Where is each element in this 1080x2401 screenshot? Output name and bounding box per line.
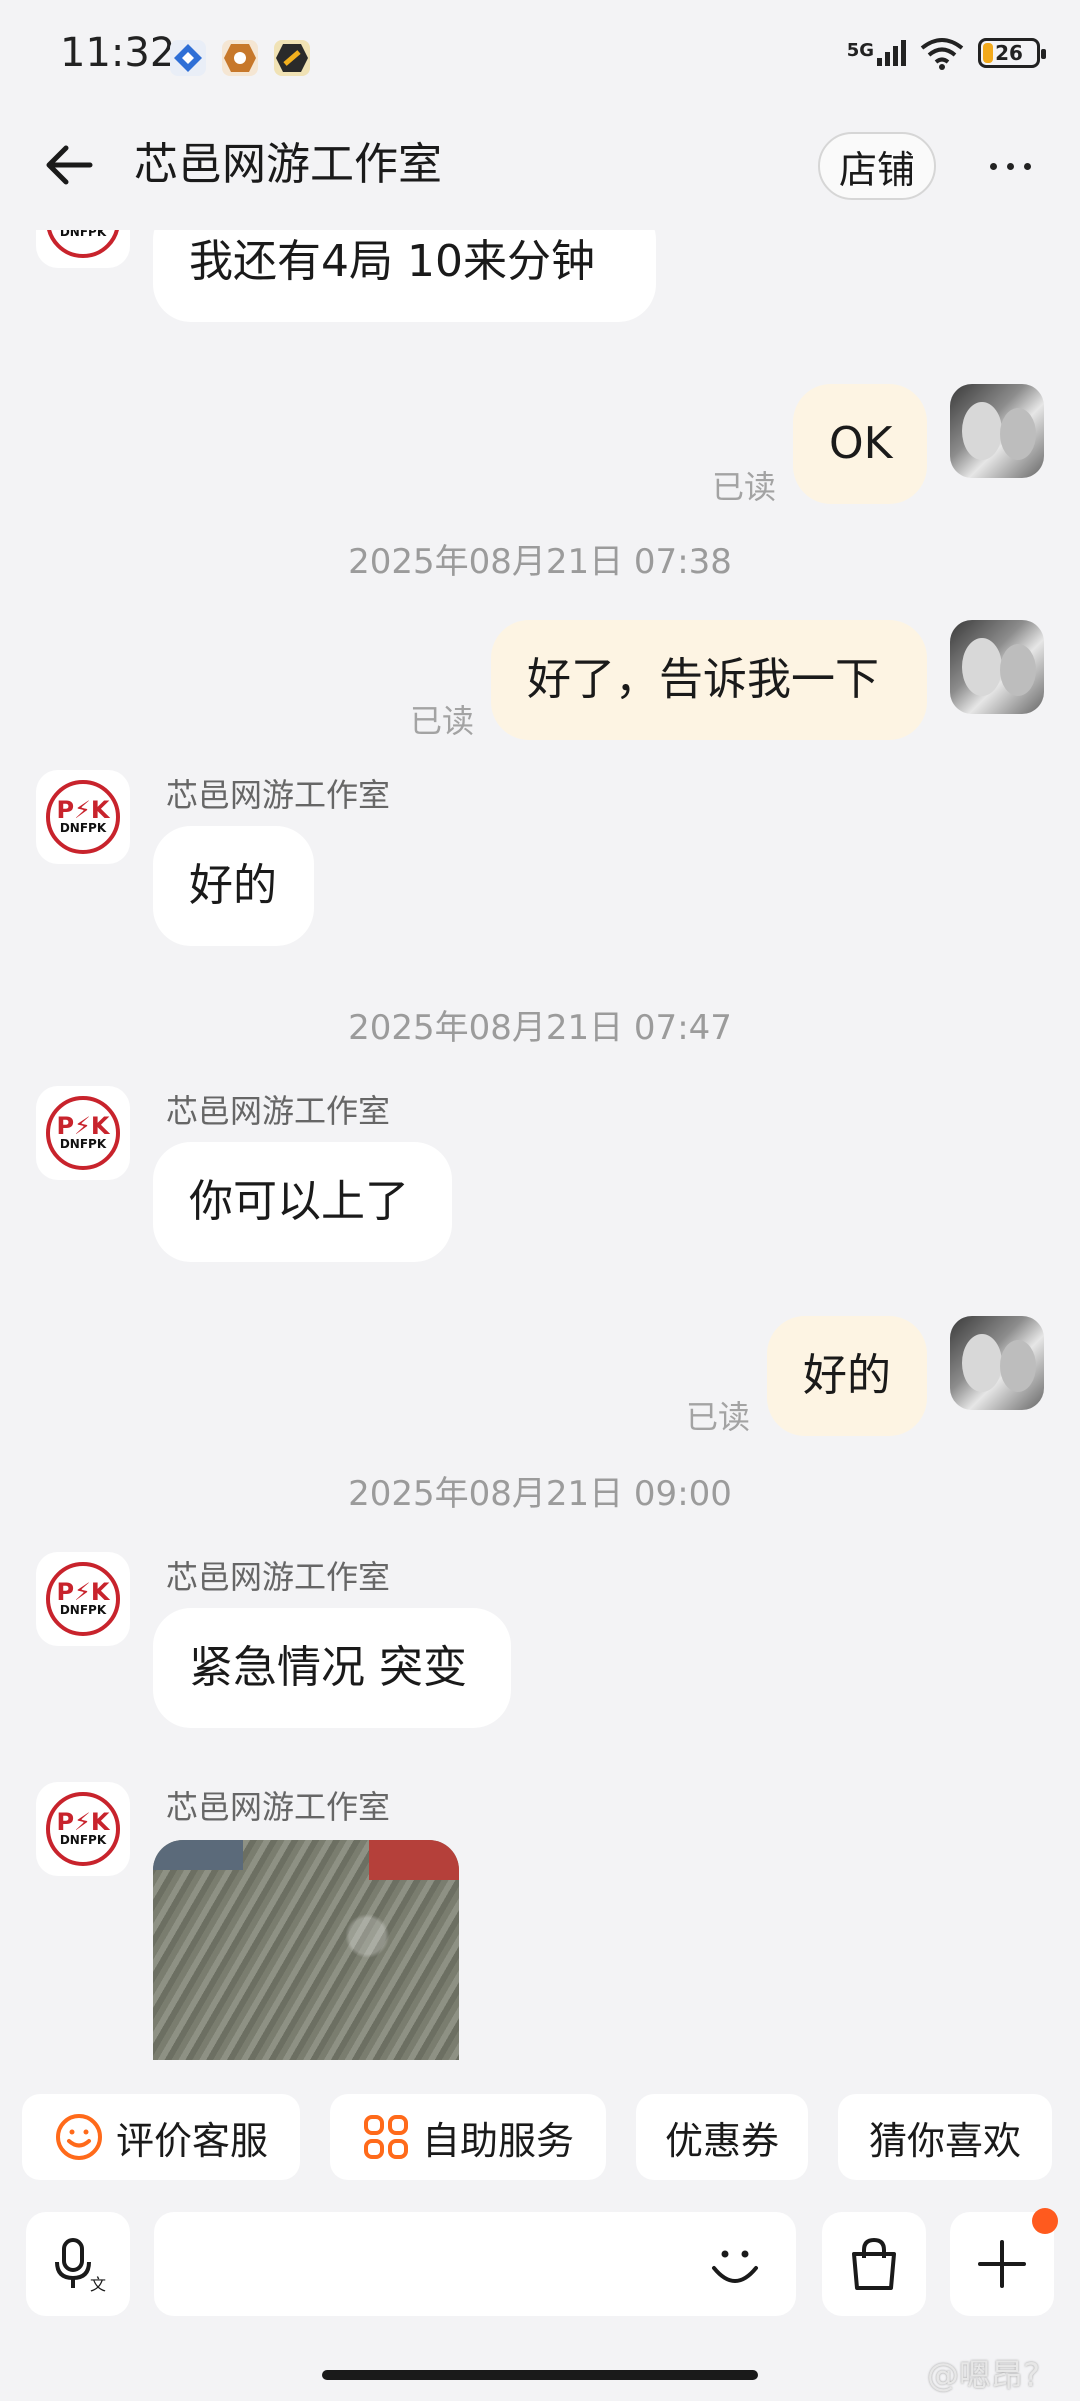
- read-status: 已读: [686, 1398, 751, 1436]
- watermark: @嗯昂?: [927, 2356, 1040, 2394]
- recommend-chip[interactable]: 猜你喜欢: [838, 2094, 1052, 2180]
- notification-app-icon: [274, 40, 310, 76]
- notification-app-icon: [170, 40, 206, 76]
- user-avatar[interactable]: [950, 620, 1044, 714]
- coupon-chip[interactable]: 优惠券: [636, 2094, 808, 2180]
- rate-service-chip[interactable]: 评价客服: [22, 2094, 300, 2180]
- quick-action-bar: 评价客服 自助服务 优惠券 猜你喜欢: [0, 2094, 1080, 2184]
- user-avatar[interactable]: [950, 1316, 1044, 1410]
- home-indicator[interactable]: [322, 2370, 758, 2380]
- shop-avatar[interactable]: P⚡KDNFPK: [36, 230, 130, 268]
- more-dots-icon: [989, 162, 997, 170]
- status-icons: 5G 26: [847, 36, 1046, 70]
- network-label: 5G: [846, 40, 874, 61]
- voice-input-button[interactable]: 文: [26, 2212, 130, 2316]
- incoming-message-bubble[interactable]: 好的: [153, 826, 314, 946]
- notification-app-icon: [222, 40, 258, 76]
- svg-text:文: 文: [90, 2275, 106, 2294]
- read-status: 已读: [712, 468, 777, 506]
- chat-title: 芯邑网游工作室: [134, 139, 442, 190]
- back-button[interactable]: [40, 135, 100, 195]
- sender-name: 芯邑网游工作室: [166, 1558, 391, 1596]
- arrow-left-icon: [46, 145, 93, 185]
- more-button[interactable]: [984, 140, 1036, 192]
- emoji-icon[interactable]: [702, 2232, 768, 2298]
- message-timestamp: 2025年08月21日 07:38: [348, 542, 732, 582]
- shop-avatar[interactable]: P⚡KDNFPK: [36, 1086, 130, 1180]
- more-options-button[interactable]: [950, 2208, 1058, 2316]
- self-service-chip[interactable]: 自助服务: [330, 2094, 606, 2180]
- wifi-icon: [920, 38, 964, 70]
- incoming-message-bubble[interactable]: 你可以上了: [153, 1142, 452, 1262]
- incoming-message-bubble[interactable]: 紧急情况 突变: [153, 1608, 511, 1728]
- signal-icon: 5G: [847, 40, 906, 66]
- shopping-bag-icon: [852, 2237, 896, 2290]
- read-status: 已读: [410, 702, 475, 740]
- battery-level: 26: [995, 41, 1023, 65]
- outgoing-message-bubble[interactable]: 好了，告诉我一下: [491, 620, 927, 740]
- sender-name: 芯邑网游工作室: [166, 1092, 391, 1130]
- user-avatar[interactable]: [950, 384, 1044, 478]
- image-message[interactable]: [153, 1840, 459, 2060]
- message-timestamp: 2025年08月21日 09:00: [348, 1474, 732, 1514]
- message-input[interactable]: [154, 2212, 796, 2316]
- plus-icon: [978, 2240, 1026, 2288]
- smile-icon: [55, 2114, 102, 2160]
- outgoing-message-bubble[interactable]: OK: [793, 384, 927, 504]
- outgoing-message-bubble[interactable]: 好的: [767, 1316, 927, 1436]
- sender-name: 芯邑网游工作室: [166, 776, 391, 814]
- message-timestamp: 2025年08月21日 07:47: [348, 1008, 732, 1048]
- self-service-label: 自助服务: [421, 2118, 574, 2163]
- rate-service-label: 评价客服: [115, 2118, 268, 2163]
- shop-avatar[interactable]: P⚡KDNFPK: [36, 1782, 130, 1876]
- microphone-icon: 文: [55, 2238, 106, 2294]
- input-bar: 文: [0, 2208, 1080, 2320]
- shop-button[interactable]: 店铺: [818, 132, 936, 200]
- shop-avatar[interactable]: P⚡KDNFPK: [36, 1552, 130, 1646]
- notification-dot: [1032, 2208, 1058, 2234]
- shop-avatar[interactable]: P⚡KDNFPK: [36, 770, 130, 864]
- order-button[interactable]: [822, 2212, 926, 2316]
- incoming-message-bubble[interactable]: 我还有4局 10来分钟: [153, 230, 656, 322]
- battery-icon: 26: [978, 38, 1046, 68]
- sender-name: 芯邑网游工作室: [166, 1788, 391, 1826]
- status-time: 11:32: [60, 30, 176, 76]
- chat-message-list[interactable]: P⚡KDNFPK 我还有4局 10来分钟 OK 已读 2025年08月21日 0…: [0, 230, 1080, 2060]
- grid-icon: [363, 2115, 408, 2159]
